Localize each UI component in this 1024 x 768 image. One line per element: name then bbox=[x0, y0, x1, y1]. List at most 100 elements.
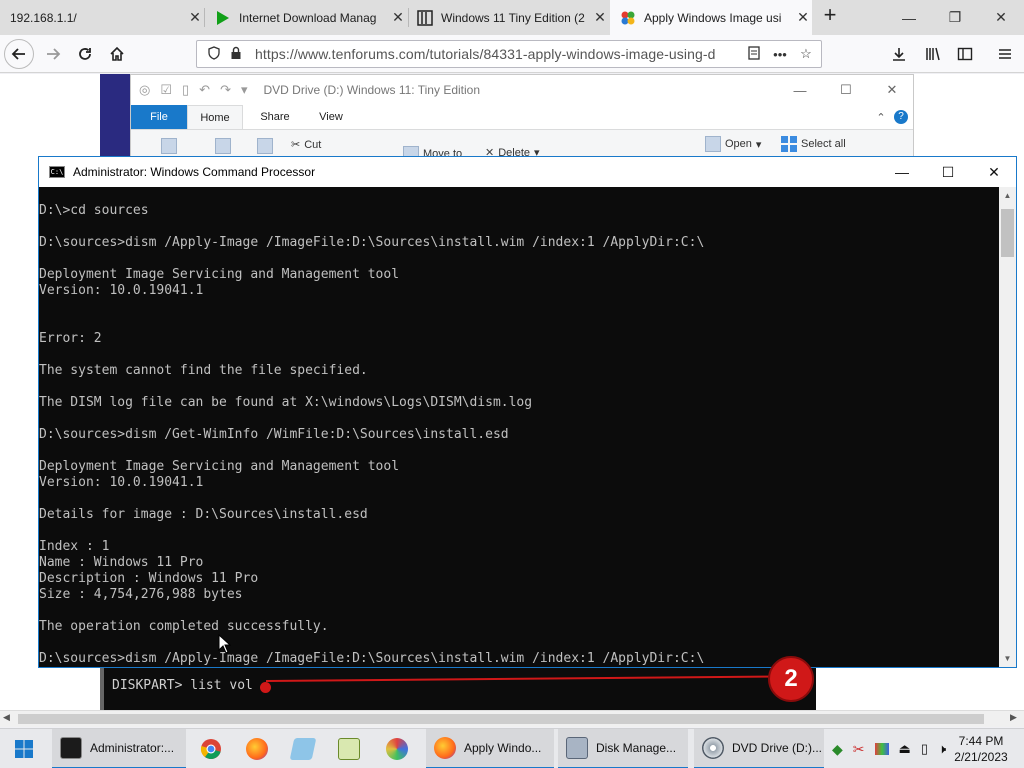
new-tab-button[interactable]: + bbox=[818, 4, 842, 28]
tab-router[interactable]: 192.168.1.1/ ✕ bbox=[0, 0, 204, 35]
dvd-icon: ◎ bbox=[139, 82, 151, 97]
chevron-down-icon[interactable]: ▾ bbox=[241, 82, 248, 98]
help-icon[interactable]: ? bbox=[893, 105, 909, 129]
usb-icon[interactable]: ⏏ bbox=[899, 741, 911, 757]
cmd-title-bar[interactable]: C:\ Administrator: Windows Command Proce… bbox=[39, 157, 1016, 187]
cmd-line bbox=[39, 411, 999, 427]
scroll-left-icon[interactable]: ◀ bbox=[3, 712, 10, 723]
url-bar[interactable]: https://www.tenforums.com/tutorials/8433… bbox=[196, 40, 822, 68]
library-button[interactable] bbox=[918, 39, 948, 69]
explorer-maximize-button[interactable]: ☐ bbox=[823, 75, 869, 105]
annotation-step-badge: 2 bbox=[768, 656, 814, 702]
taskbar-notes[interactable] bbox=[280, 729, 326, 768]
cmd-maximize-button[interactable]: ☐ bbox=[925, 157, 971, 187]
home-button[interactable] bbox=[102, 39, 132, 69]
page-actions-icon[interactable]: ••• bbox=[765, 47, 795, 62]
display-icon[interactable] bbox=[874, 743, 889, 755]
copy-icon[interactable] bbox=[215, 138, 231, 154]
new-folder-icon[interactable]: ▯ bbox=[182, 82, 189, 98]
reader-view-icon[interactable] bbox=[743, 45, 765, 63]
pin-icon[interactable] bbox=[161, 138, 177, 154]
select-all-button[interactable]: Select all bbox=[781, 136, 846, 152]
cmd-line: Description : Windows 11 Pro bbox=[39, 571, 259, 586]
bookmark-star-icon[interactable]: ☆ bbox=[795, 46, 817, 62]
paste-icon[interactable] bbox=[257, 138, 273, 154]
tab-view[interactable]: View bbox=[303, 105, 359, 129]
properties-icon[interactable]: ☑ bbox=[160, 82, 172, 98]
close-tab-icon[interactable]: ✕ bbox=[794, 9, 812, 26]
taskbar-firefox-window[interactable]: Apply Windo... bbox=[426, 729, 554, 768]
sidebar-button[interactable] bbox=[950, 39, 980, 69]
network-share-icon[interactable]: ◆ bbox=[832, 741, 843, 758]
open-label: Open bbox=[725, 138, 752, 150]
taskbar-chrome[interactable] bbox=[188, 729, 234, 768]
volume-muted-icon[interactable]: 🕨 bbox=[938, 741, 946, 757]
cmd-line bbox=[39, 347, 999, 363]
tab-title: 192.168.1.1/ bbox=[10, 10, 77, 25]
tab-windows11-tiny[interactable]: Windows 11 Tiny Edition (2 ✕ bbox=[409, 0, 609, 35]
menu-button[interactable] bbox=[990, 39, 1020, 69]
scroll-up-icon[interactable]: ▲ bbox=[999, 187, 1016, 204]
start-button[interactable] bbox=[0, 729, 48, 768]
book-icon bbox=[417, 9, 433, 26]
close-tab-icon[interactable]: ✕ bbox=[186, 9, 204, 26]
close-tab-icon[interactable]: ✕ bbox=[389, 9, 407, 26]
cmd-close-button[interactable]: ✕ bbox=[971, 157, 1017, 187]
collapse-ribbon-icon[interactable]: ⌃ bbox=[873, 105, 889, 129]
explorer-close-button[interactable]: ✕ bbox=[869, 75, 915, 105]
cmd-window[interactable]: C:\ Administrator: Windows Command Proce… bbox=[38, 156, 1017, 668]
taskbar-firefox[interactable] bbox=[234, 729, 280, 768]
cmd-output[interactable]: D:\>cd sources D:\sources>dism /Apply-Ima… bbox=[39, 187, 999, 667]
flag-icon[interactable]: ▯ bbox=[921, 741, 928, 757]
windows-logo-icon bbox=[15, 740, 33, 758]
chevron-down-icon: ▾ bbox=[755, 138, 762, 151]
tenforums-icon bbox=[620, 10, 636, 26]
cmd-minimize-button[interactable]: — bbox=[879, 157, 925, 187]
reload-button[interactable] bbox=[70, 39, 100, 69]
taskbar-cmd[interactable]: Administrator:... bbox=[52, 729, 186, 768]
scissors-icon: ✂ bbox=[291, 139, 301, 151]
cmd-vertical-scrollbar[interactable]: ▲ ▼ bbox=[999, 187, 1016, 667]
browser-close-button[interactable]: ✕ bbox=[978, 0, 1024, 35]
scroll-thumb[interactable] bbox=[18, 714, 984, 724]
snipping-tool-icon[interactable]: ✂ bbox=[853, 741, 865, 758]
cmd-line: Deployment Image Servicing and Managemen… bbox=[39, 459, 400, 474]
lock-icon[interactable] bbox=[225, 46, 247, 63]
taskbar-paint[interactable] bbox=[374, 729, 420, 768]
cmd-line: The system cannot find the file specifie… bbox=[39, 363, 368, 378]
taskbar-dvd-drive[interactable]: DVD Drive (D:)... bbox=[694, 729, 824, 768]
taskbar-clock[interactable]: 7:44 PM 2/21/2023 bbox=[948, 733, 1014, 765]
clock-time: 7:44 PM bbox=[958, 734, 1004, 748]
cut-button[interactable]: ✂ Cut bbox=[291, 138, 321, 152]
url-text: https://www.tenforums.com/tutorials/8433… bbox=[255, 46, 716, 62]
tab-title: Windows 11 Tiny Edition (2 bbox=[441, 10, 585, 25]
scroll-thumb[interactable] bbox=[1001, 209, 1014, 257]
undo-icon[interactable]: ↶ bbox=[199, 82, 210, 98]
forward-button[interactable] bbox=[38, 39, 68, 69]
reload-icon bbox=[79, 48, 91, 60]
browser-restore-button[interactable]: ❐ bbox=[932, 0, 978, 35]
page-horizontal-scrollbar[interactable]: ◀ ▶ bbox=[0, 710, 1024, 727]
explorer-minimize-button[interactable]: — bbox=[777, 75, 823, 105]
browser-nav-bar: https://www.tenforums.com/tutorials/8433… bbox=[0, 35, 1024, 73]
browser-minimize-button[interactable]: — bbox=[886, 0, 932, 35]
open-button[interactable]: Open ▾ bbox=[705, 136, 761, 152]
taskbar-chart-tool[interactable] bbox=[326, 729, 372, 768]
cmd-title: Administrator: Windows Command Processor bbox=[73, 165, 316, 179]
taskbar-disk-management[interactable]: Disk Manage... bbox=[558, 729, 688, 768]
close-tab-icon[interactable]: ✕ bbox=[591, 9, 609, 26]
tab-file[interactable]: File bbox=[131, 105, 187, 129]
redo-icon[interactable]: ↷ bbox=[220, 82, 231, 98]
library-icon bbox=[926, 47, 940, 61]
shield-icon[interactable] bbox=[203, 45, 225, 63]
scroll-right-icon[interactable]: ▶ bbox=[1010, 712, 1017, 723]
tab-share[interactable]: Share bbox=[247, 105, 303, 129]
scroll-down-icon[interactable]: ▼ bbox=[999, 650, 1016, 667]
cmd-line: Error: 2 bbox=[39, 331, 102, 346]
back-button[interactable] bbox=[4, 39, 34, 69]
tab-home[interactable]: Home bbox=[187, 105, 243, 129]
disk-management-icon bbox=[566, 737, 588, 759]
tab-apply-windows-image[interactable]: Apply Windows Image usi ✕ bbox=[610, 0, 812, 35]
downloads-button[interactable] bbox=[884, 39, 914, 69]
tab-idm[interactable]: Internet Download Manag ✕ bbox=[205, 0, 407, 35]
